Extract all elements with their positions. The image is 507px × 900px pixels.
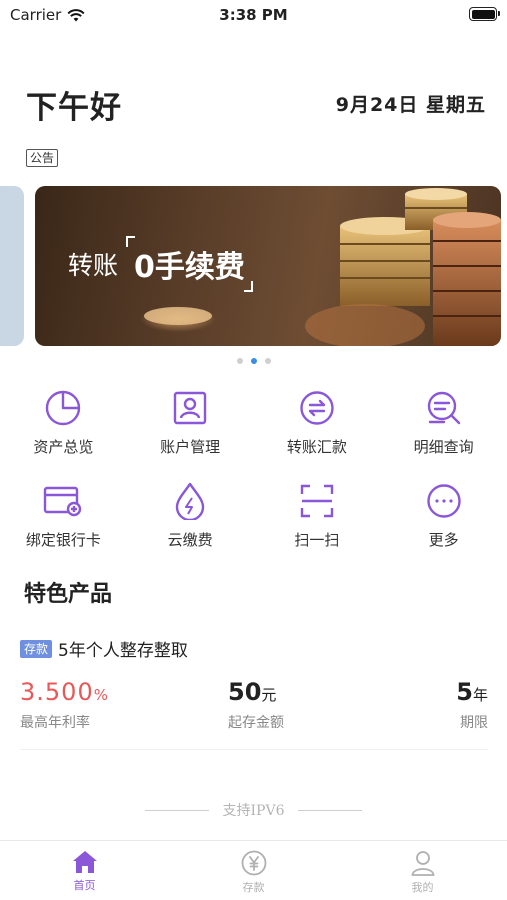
tab-mine[interactable]: 我的 (338, 841, 507, 900)
feature-cloud-payment[interactable]: 云缴费 (127, 481, 254, 574)
transfer-icon (300, 391, 334, 425)
tab-label: 首页 (73, 879, 96, 892)
feature-label: 转账汇款 (286, 438, 347, 456)
water-drop-icon (175, 482, 205, 520)
divider (144, 809, 209, 811)
feature-label: 云缴费 (167, 531, 213, 549)
feature-asset-overview[interactable]: 资产总览 (0, 388, 127, 481)
product-header: 存款 5年个人整存整取 (20, 636, 488, 661)
status-time: 3:38 PM (219, 6, 288, 24)
tab-label: 存款 (242, 881, 265, 894)
feature-label: 扫一扫 (294, 531, 340, 549)
interest-rate-label: 最高年利率 (20, 715, 90, 731)
tab-label: 我的 (411, 881, 434, 894)
feature-transfer[interactable]: 转账汇款 (254, 388, 381, 481)
pie-chart-icon (46, 390, 81, 426)
feature-bind-card[interactable]: 绑定银行卡 (0, 481, 127, 574)
feature-label: 账户管理 (160, 438, 221, 456)
section-title: 特色产品 (24, 582, 113, 607)
interest-rate-column: 3.500% 最高年利率 (20, 678, 109, 732)
bottom-tab-bar: 首页 存款 我的 (0, 840, 507, 900)
product-card[interactable]: 存款 5年个人整存整取 3.500% 最高年利率 50元 起存金额 5年 期限 (20, 636, 488, 750)
min-deposit-value: 50 (228, 678, 262, 706)
term-column: 5年 期限 (456, 678, 488, 732)
feature-detail-query[interactable]: 明细查询 (380, 388, 507, 481)
scan-icon (300, 484, 334, 518)
interest-rate-unit: % (93, 686, 109, 704)
user-icon (411, 851, 434, 876)
notice-badge[interactable]: 公告 (26, 149, 59, 167)
min-deposit-unit: 元 (261, 686, 277, 704)
yen-icon (241, 850, 266, 876)
home-icon (72, 851, 97, 873)
banner-text-highlight: 0手续费 (126, 236, 253, 292)
feature-scan[interactable]: 扫一扫 (254, 481, 381, 574)
term-value: 5 (456, 678, 473, 706)
product-name: 5年个人整存整取 (58, 641, 188, 661)
banner-text-prefix: 转账 (68, 251, 119, 280)
battery-icon (469, 7, 500, 21)
feature-label: 绑定银行卡 (25, 531, 101, 549)
ipv6-note: 支持IPV6 (222, 803, 285, 819)
date-label: 9月24日 星期五 (335, 94, 486, 116)
carousel-dot-active[interactable] (250, 358, 257, 364)
promo-banner[interactable]: 转账 0手续费 (35, 186, 501, 346)
product-tag: 存款 (20, 639, 53, 658)
greeting-title: 下午好 (26, 90, 122, 126)
ipv6-footer: 支持IPV6 (0, 800, 507, 820)
carousel-dot[interactable] (236, 358, 243, 364)
feature-label: 资产总览 (33, 438, 94, 456)
tab-deposit[interactable]: 存款 (169, 841, 338, 900)
min-deposit-column: 50元 起存金额 (228, 678, 284, 732)
interest-rate-value: 3.500 (20, 678, 94, 706)
feature-grid: 资产总览 账户管理 转账汇款 明细查询 绑定银行卡 云缴费 扫一扫 更多 (0, 388, 507, 574)
feature-label: 更多 (428, 531, 459, 549)
feature-more[interactable]: 更多 (380, 481, 507, 574)
status-bar: Carrier 3:38 PM (0, 0, 507, 30)
feature-account-management[interactable]: 账户管理 (127, 388, 254, 481)
detail-search-icon (427, 391, 460, 425)
more-icon (426, 484, 461, 518)
term-unit: 年 (472, 686, 488, 704)
divider (298, 809, 363, 811)
bind-card-icon (44, 486, 82, 517)
term-label: 期限 (460, 715, 488, 731)
account-id-icon (173, 391, 207, 425)
banner-previous-slide[interactable] (0, 186, 24, 346)
min-deposit-label: 起存金额 (228, 715, 284, 731)
carousel-dot[interactable] (264, 358, 271, 364)
carousel-dots[interactable] (0, 358, 507, 364)
tab-home[interactable]: 首页 (0, 841, 169, 900)
feature-label: 明细查询 (413, 438, 474, 456)
banner-headline: 转账 0手续费 (68, 236, 253, 292)
